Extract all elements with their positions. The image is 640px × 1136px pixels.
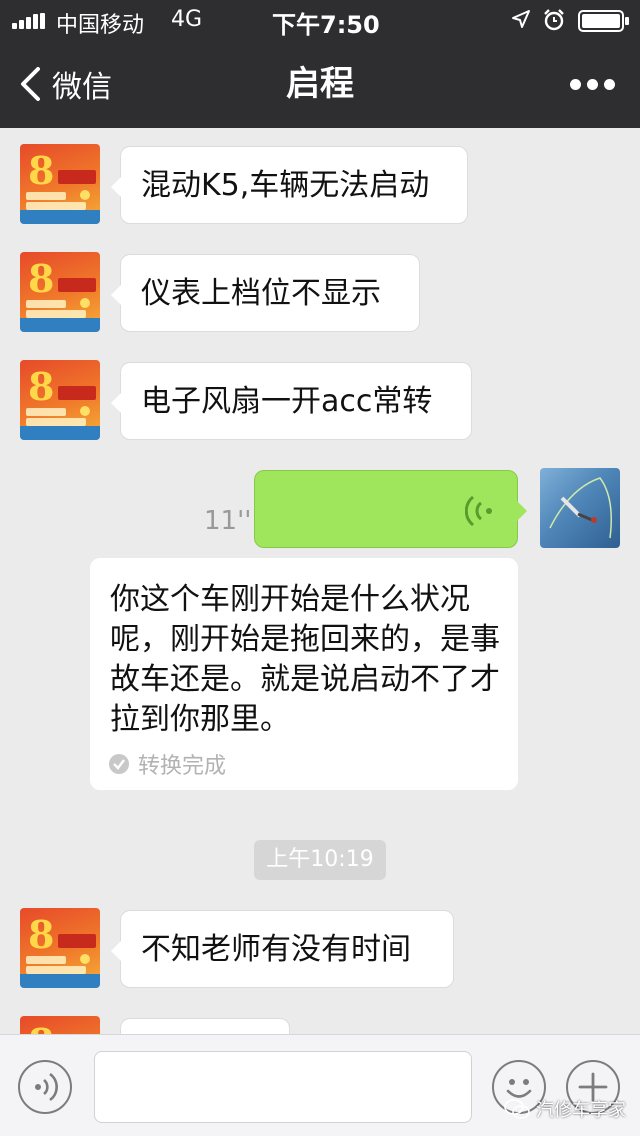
incoming-message-bubble[interactable]: 仪表上档位不显示 <box>111 254 420 332</box>
message-text: 不知老师有没有时间 <box>141 932 411 967</box>
contact-avatar[interactable]: 8 <box>20 360 100 440</box>
status-time: 下午7:50 <box>272 11 380 39</box>
tool-photo-icon <box>549 477 612 539</box>
signal-strength-icon <box>12 13 48 29</box>
contact-avatar[interactable]: 8 <box>20 252 100 332</box>
voice-duration: 11'' <box>204 506 252 536</box>
incoming-message-bubble[interactable]: 电子风扇一开acc常转 <box>111 362 472 440</box>
wechat-logo-icon <box>504 1099 530 1119</box>
back-button[interactable]: 微信 <box>16 62 112 106</box>
carrier-name: 中国移动 <box>56 13 145 38</box>
contact-avatar[interactable]: 8 <box>20 908 100 988</box>
transcript-status-label: 转换完成 <box>138 754 227 779</box>
message-input[interactable] <box>94 1051 472 1123</box>
message-text: 电子风扇一开acc常转 <box>141 384 433 419</box>
voice-transcript-bubble[interactable]: 你这个车刚开始是什么状况呢，刚开始是拖回来的，是事故车还是。就是说启动不了才拉到… <box>90 558 518 790</box>
nav-bar: 微信 启程 <box>0 40 640 128</box>
watermark: 汽修车享家 <box>504 1096 626 1122</box>
location-arrow-icon <box>512 10 530 28</box>
incoming-message-bubble[interactable]: 不知老师有没有时间 <box>111 910 454 988</box>
transcript-status: 转换完成 <box>108 748 226 780</box>
watermark-label: 汽修车享家 <box>536 1100 626 1121</box>
alarm-clock-icon <box>544 9 564 31</box>
message-text: 混动K5,车辆无法启动 <box>141 168 430 203</box>
back-label: 微信 <box>52 70 112 105</box>
network-type: 4G <box>171 7 203 32</box>
my-avatar[interactable] <box>540 468 620 548</box>
contact-avatar[interactable]: 8 <box>20 144 100 224</box>
time-divider: 上午10:19 <box>254 840 386 880</box>
status-bar: 中国移动 4G 下午7:50 <box>0 0 640 40</box>
check-circle-icon <box>109 754 129 774</box>
transcript-text: 你这个车刚开始是什么状况呢，刚开始是拖回来的，是事故车还是。就是说启动不了才拉到… <box>110 582 500 737</box>
voice-wave-icon <box>35 1072 58 1102</box>
incoming-message-bubble[interactable]: 混动K5,车辆无法启动 <box>111 146 468 224</box>
outgoing-voice-message[interactable] <box>254 470 527 548</box>
contact-avatar[interactable]: 8 <box>20 1016 100 1034</box>
message-text: 仪表上档位不显示 <box>141 276 381 311</box>
voice-wave-icon <box>465 495 492 527</box>
chat-message-list[interactable]: 8 混动K5,车辆无法启动 8 仪表上档位不显示 8 电子风扇一开acc常转 1… <box>0 128 640 1034</box>
chevron-left-icon <box>21 67 40 101</box>
voice-input-toggle-button[interactable] <box>18 1060 72 1114</box>
incoming-message-bubble[interactable] <box>120 1018 290 1034</box>
battery-icon <box>578 10 629 32</box>
more-options-button[interactable] <box>560 66 624 102</box>
